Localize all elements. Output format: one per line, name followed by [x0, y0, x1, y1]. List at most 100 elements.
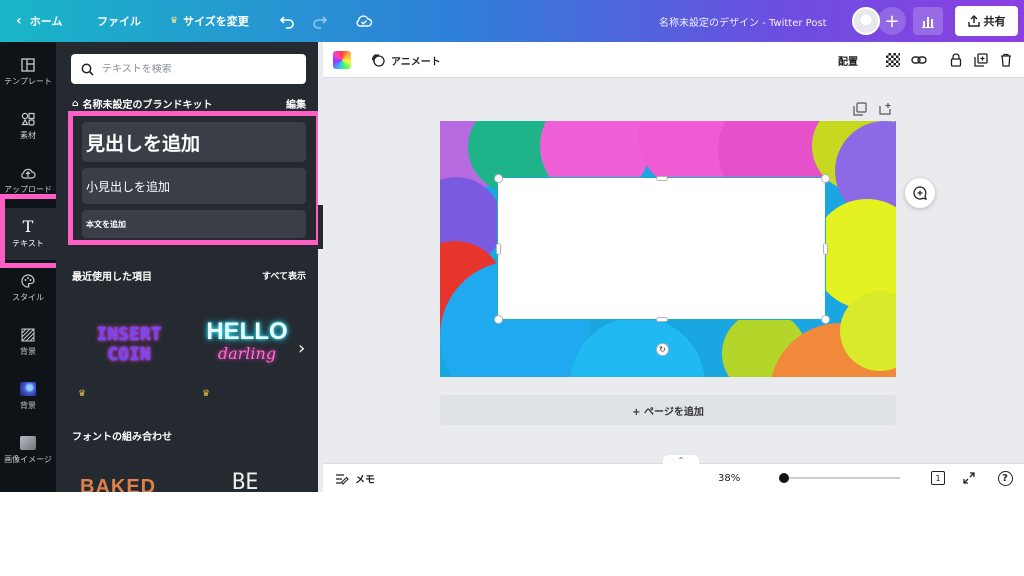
background-image-icon	[20, 381, 36, 396]
animate-button[interactable]: アニメート	[371, 42, 441, 78]
avatar[interactable]	[852, 7, 880, 35]
help-button[interactable]: ?	[996, 469, 1014, 487]
animate-label: アニメート	[391, 56, 441, 68]
home-button[interactable]: ‹ ホーム	[16, 0, 62, 42]
thumb-text: INSERT	[96, 324, 162, 345]
palette-icon	[21, 273, 35, 288]
brand-kit-edit-link[interactable]: 編集	[286, 96, 306, 111]
pages-icon: 1	[931, 471, 945, 485]
resize-handle[interactable]	[656, 176, 668, 181]
transparency-button[interactable]	[884, 51, 902, 69]
resize-handle[interactable]	[494, 174, 503, 183]
resize-handle[interactable]	[821, 174, 830, 183]
insights-button[interactable]	[913, 7, 943, 35]
thumb-text: darling	[217, 344, 277, 363]
rail-item-styles[interactable]: スタイル	[0, 262, 56, 314]
thumb-text: HELLO	[206, 318, 288, 345]
fullscreen-button[interactable]	[960, 469, 978, 487]
undo-button[interactable]	[279, 0, 295, 42]
upload-icon	[21, 168, 36, 179]
text-panel: ⌂ 名称未設定のブランドキット 編集 見出しを追加 小見出しを追加 本文を追加 …	[56, 42, 318, 492]
brand-kit-label: 名称未設定のブランドキット	[82, 100, 213, 111]
share-button[interactable]: 共有	[955, 6, 1018, 36]
resize-handle[interactable]	[823, 243, 828, 255]
notes-button[interactable]: メモ	[335, 464, 375, 492]
resize-handle[interactable]	[656, 317, 668, 322]
elements-icon	[21, 112, 35, 126]
zoom-slider-knob[interactable]	[778, 473, 789, 483]
delete-button[interactable]	[997, 51, 1015, 69]
canva-editor: ‹ ホーム ファイル ♛ サイズを変更 名称未設定のデザイン - Twitter…	[0, 0, 1024, 492]
design-canvas[interactable]: ↻	[440, 121, 896, 377]
page-count: 1	[935, 473, 941, 483]
position-button[interactable]: 配置	[838, 42, 858, 78]
brand-kit-row: ⌂ 名称未設定のブランドキット 編集	[72, 96, 306, 112]
resize-handle[interactable]	[821, 315, 830, 324]
template-icon	[21, 57, 35, 72]
add-page-icon[interactable]	[878, 102, 892, 116]
zoom-percent[interactable]: 38%	[718, 464, 740, 492]
rail-label: アップロード	[4, 184, 52, 194]
design-title[interactable]: 名称未設定のデザイン - Twitter Post	[659, 0, 827, 42]
side-rail: テンプレート 素材 アップロード T テキスト スタイル 背景 背景 画像イメー	[0, 42, 70, 492]
chevron-right-icon[interactable]: ›	[298, 338, 305, 359]
text-search[interactable]	[71, 54, 306, 84]
notes-icon	[336, 473, 349, 485]
copy-page-icon[interactable]	[853, 102, 867, 116]
link-button[interactable]	[910, 51, 928, 69]
zoom-slider[interactable]	[778, 473, 900, 483]
transparency-icon	[886, 53, 900, 67]
upload-share-icon	[967, 15, 980, 27]
font-combo-baked[interactable]: BAKED	[80, 476, 156, 492]
rail-item-templates[interactable]: テンプレート	[0, 46, 56, 98]
notes-label: メモ	[355, 475, 375, 486]
brand-kit-icon: ⌂	[72, 98, 79, 109]
rail-item-background-photo[interactable]: 背景	[0, 370, 56, 422]
help-icon: ?	[997, 470, 1013, 486]
share-label: 共有	[983, 15, 1006, 28]
file-menu[interactable]: ファイル	[97, 0, 141, 42]
rail-label: スタイル	[12, 292, 44, 302]
rail-label: 画像イメージ	[4, 454, 52, 464]
duplicate-button[interactable]	[972, 51, 990, 69]
resize-button[interactable]: ♛ サイズを変更	[170, 0, 249, 42]
animate-icon	[371, 53, 385, 67]
lock-button[interactable]	[947, 51, 965, 69]
search-icon	[81, 63, 94, 76]
rail-item-background[interactable]: 背景	[0, 316, 56, 368]
rail-label: 背景	[20, 400, 36, 410]
crown-icon: ♛	[78, 389, 87, 399]
recent-thumb-insert-coin[interactable]: INSERT COIN	[74, 305, 184, 385]
search-input[interactable]	[102, 63, 292, 75]
thumb-text: COIN	[107, 344, 151, 365]
bottom-bar: ⌃ メモ 38% 1 ?	[323, 455, 1024, 492]
rotate-icon[interactable]: ↻	[656, 343, 669, 356]
chevron-left-icon: ‹	[16, 13, 22, 29]
cloud-save-button[interactable]	[355, 0, 373, 42]
color-picker-button[interactable]	[333, 51, 351, 69]
add-page-button[interactable]: + ページを追加	[440, 395, 896, 425]
page-grid-button[interactable]: 1	[929, 469, 947, 487]
redo-button[interactable]	[312, 0, 328, 42]
cloud-check-icon	[356, 15, 373, 27]
resize-handle[interactable]	[494, 315, 503, 324]
selected-text-box[interactable]	[497, 177, 826, 320]
editor-area: アニメート 配置 ↻ + ページを追加 ⌃ メモ 38% 1 ?	[323, 42, 1024, 492]
recent-title: 最近使用した項目	[72, 272, 152, 283]
rail-item-elements[interactable]: 素材	[0, 100, 56, 152]
editor-toolbar: アニメート 配置	[323, 42, 1024, 78]
font-combo-be[interactable]: BE	[232, 470, 259, 492]
show-all-link[interactable]: すべて表示	[262, 269, 306, 282]
home-label: ホーム	[29, 15, 63, 28]
comment-button[interactable]	[905, 178, 935, 208]
rail-label: 素材	[20, 130, 36, 140]
link-icon	[911, 56, 927, 64]
rail-item-images[interactable]: 画像イメージ	[0, 424, 56, 476]
add-collaborator-button[interactable]: +	[878, 7, 906, 35]
file-label: ファイル	[97, 15, 141, 28]
resize-handle[interactable]	[496, 243, 501, 255]
rail-label: 背景	[20, 346, 36, 356]
balloon	[570, 317, 705, 377]
recent-thumb-hello-darling[interactable]: HELLO darling	[192, 303, 302, 383]
chevron-up-icon[interactable]: ⌃	[663, 455, 699, 465]
